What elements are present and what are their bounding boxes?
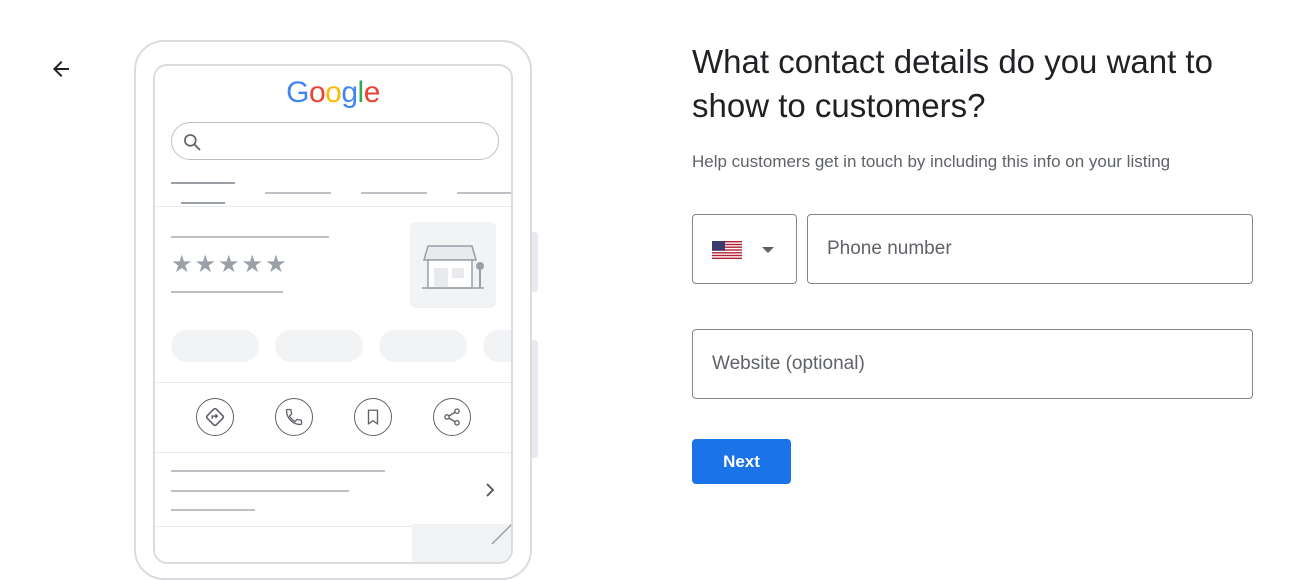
save-action	[354, 398, 392, 436]
mock-map-thumbnail	[412, 523, 511, 562]
directions-icon	[205, 407, 225, 427]
next-button[interactable]: Next	[692, 439, 791, 484]
mock-tab-indicator	[181, 202, 225, 204]
mock-business-category	[171, 291, 283, 293]
phone-side-button	[532, 232, 538, 292]
phone-icon	[285, 408, 303, 426]
logo-letter: o	[308, 76, 326, 109]
mock-tab-line	[361, 192, 427, 194]
share-icon	[444, 408, 460, 426]
mock-chip	[483, 330, 511, 362]
star-icon: ★	[241, 250, 264, 278]
mock-detail-line	[171, 490, 349, 492]
page-title: What contact details do you want to show…	[692, 43, 1213, 124]
mock-chip	[171, 330, 259, 362]
logo-letter: g	[341, 76, 358, 109]
website-input[interactable]	[692, 329, 1253, 399]
mock-rating-stars: ★ ★ ★ ★ ★	[171, 252, 287, 276]
us-flag-icon	[712, 241, 742, 259]
country-code-select[interactable]	[692, 214, 797, 284]
directions-action	[196, 398, 234, 436]
mock-tab-line	[171, 182, 235, 184]
diagonal-line-icon	[491, 523, 511, 545]
mock-divider	[155, 452, 511, 453]
star-icon: ★	[265, 250, 287, 278]
caret-down-icon	[762, 247, 774, 253]
mock-search-bar	[171, 122, 499, 160]
star-icon: ★	[171, 250, 193, 278]
logo-letter: G	[286, 76, 309, 109]
star-icon: ★	[194, 250, 217, 278]
logo-letter: e	[363, 76, 381, 109]
phone-side-button	[532, 340, 538, 458]
mock-detail-line	[171, 470, 385, 472]
back-button[interactable]	[44, 52, 78, 86]
storefront-icon	[422, 245, 484, 289]
mock-tab-line	[457, 192, 511, 194]
page-subtitle: Help customers get in touch by including…	[692, 152, 1171, 171]
mock-divider	[155, 206, 511, 207]
mock-detail-line	[171, 509, 255, 511]
mock-divider	[155, 382, 511, 383]
phone-screen: Google ★ ★ ★ ★ ★	[153, 64, 513, 564]
search-icon	[184, 134, 201, 151]
arrow-back-icon	[53, 61, 69, 77]
storefront-thumbnail	[410, 222, 496, 308]
star-icon: ★	[218, 250, 240, 278]
chevron-right-icon	[486, 483, 495, 497]
logo-letter: o	[325, 76, 342, 109]
call-action	[275, 398, 313, 436]
mock-chip	[275, 330, 363, 362]
mock-tab-line	[265, 192, 331, 194]
bookmark-icon	[367, 409, 379, 426]
google-logo: Google	[155, 76, 511, 110]
mock-business-name	[171, 236, 329, 238]
phone-number-input[interactable]	[807, 214, 1253, 284]
share-action	[433, 398, 471, 436]
mock-chip	[379, 330, 467, 362]
